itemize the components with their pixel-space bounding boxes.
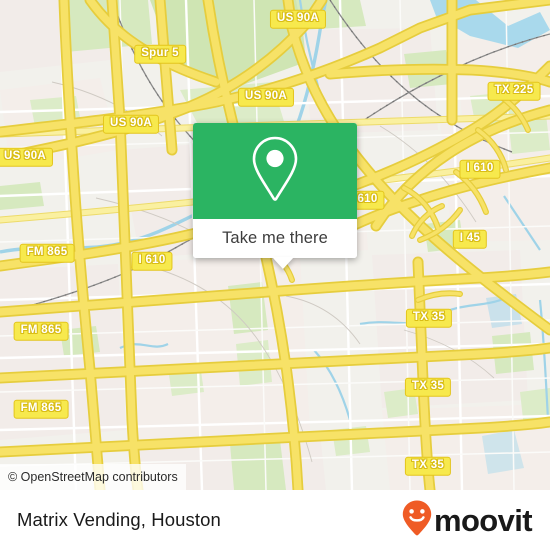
moovit-logo[interactable]: moovit [402,500,533,541]
road-shield: US 90A [102,114,160,134]
popup-header [193,123,357,219]
road-shield: TX 35 [405,308,453,328]
road-shield: FM 865 [19,243,75,263]
road-shield: FM 865 [13,321,69,341]
map-screen: .land { fill:#f2f1ec; } .res { fill:#f2e… [0,0,550,550]
road-shield: I 610 [459,159,501,179]
popup-footer[interactable]: Take me there [193,219,357,269]
place-title: Matrix Vending, Houston [17,509,221,530]
road-shield: TX 35 [404,456,452,476]
map-attribution[interactable]: © OpenStreetMap contributors [0,464,186,490]
take-me-there-label: Take me there [222,229,328,247]
road-shield: Spur 5 [134,44,186,64]
road-shield: I 45 [452,229,488,249]
map-canvas[interactable]: .land { fill:#f2f1ec; } .res { fill:#f2e… [0,0,550,490]
road-shield: US 90A [237,87,295,107]
road-shield: FM 865 [13,399,69,419]
road-shield: I 610 [131,251,173,271]
moovit-wordmark: moovit [433,502,533,538]
moovit-pin-icon [402,500,432,541]
map-pin-icon [247,134,303,209]
road-shield: US 90A [269,9,327,29]
road-shield: TX 225 [487,81,541,101]
attribution-text: © OpenStreetMap contributors [8,470,178,484]
road-shield: TX 35 [404,377,452,397]
location-popup[interactable]: Take me there [193,123,357,269]
page-footer: Matrix Vending, Houston moovit [0,490,550,550]
popup-tail [272,257,294,269]
road-shield: US 90A [0,147,54,167]
